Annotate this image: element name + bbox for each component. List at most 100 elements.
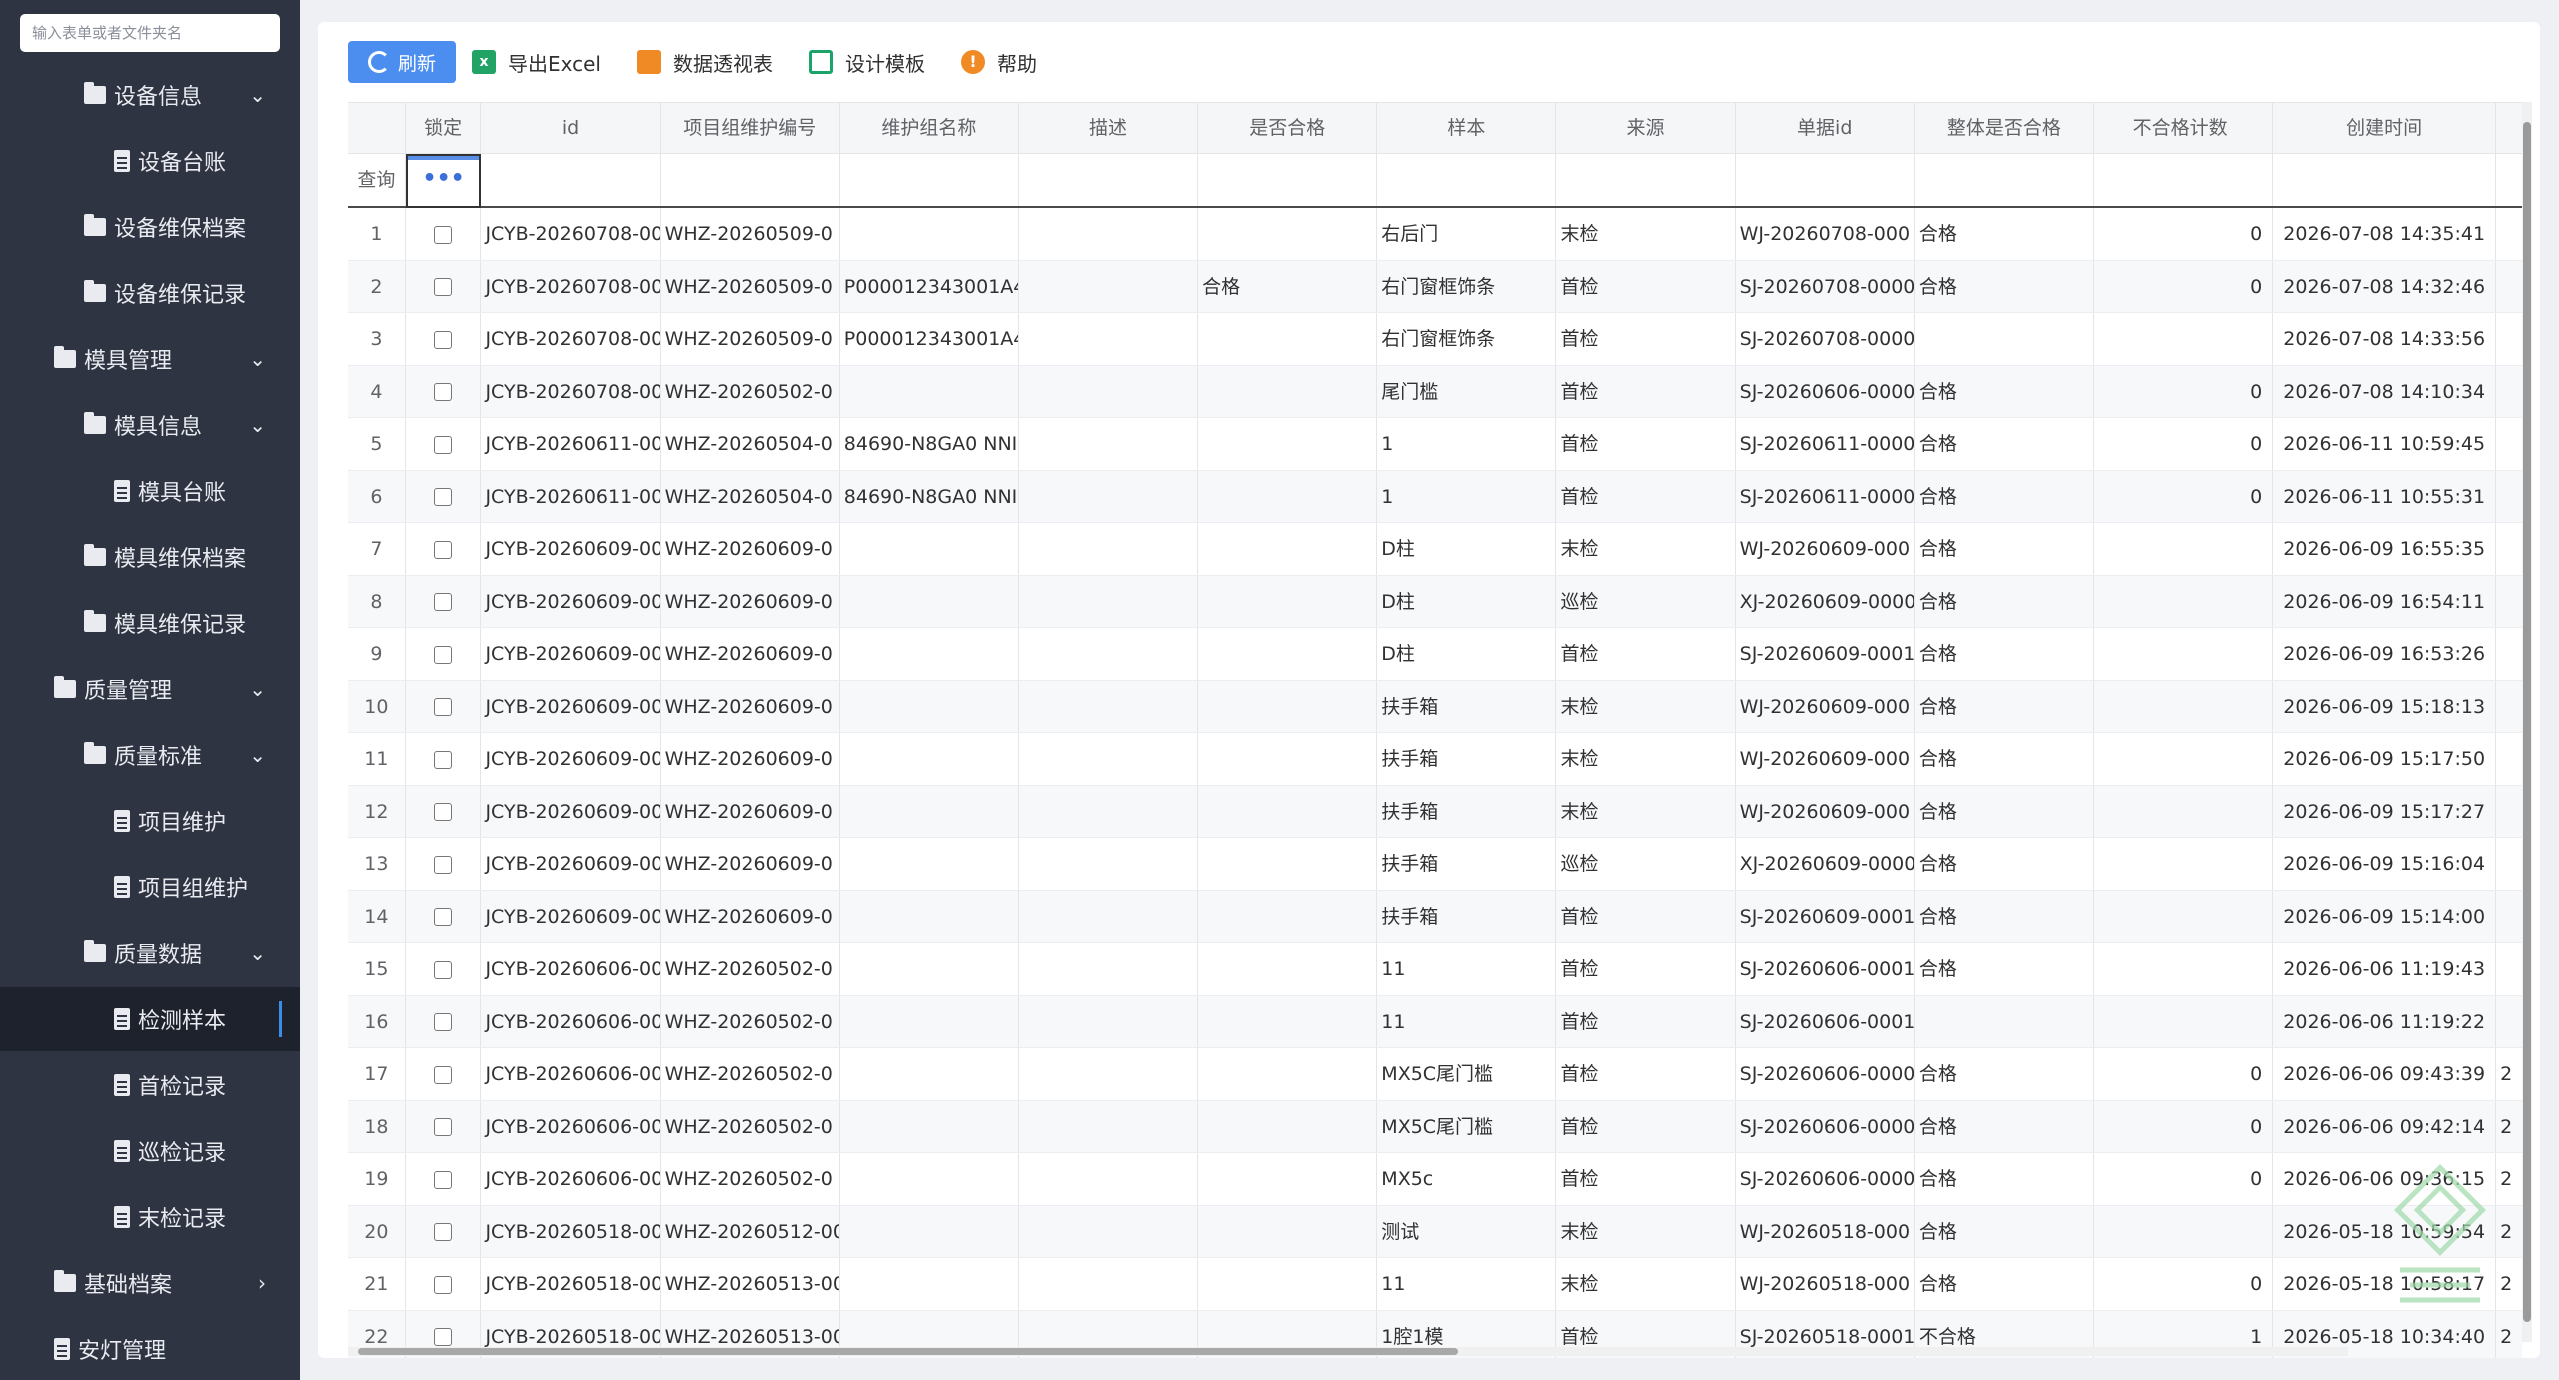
cell-whole[interactable]: 合格 <box>1915 470 2094 522</box>
cell-whole[interactable]: 合格 <box>1915 838 2094 890</box>
cell-proj[interactable]: WHZ-20260609-0 <box>661 680 840 732</box>
query-desc-filter[interactable] <box>1019 154 1199 206</box>
cell-pass[interactable] <box>1198 313 1378 365</box>
cell-src[interactable]: 首检 <box>1556 470 1736 522</box>
cell-sample[interactable]: D柱 <box>1377 575 1557 627</box>
cell-src[interactable]: 巡检 <box>1556 575 1736 627</box>
cell-extra[interactable] <box>2496 681 2522 733</box>
table-row[interactable]: 6 JCYB-20260611-00 WHZ-20260504-0 84690-N8G… <box>348 470 2522 523</box>
chevron-down-icon[interactable]: ⌄ <box>249 83 266 107</box>
cell-whole[interactable]: 合格 <box>1915 1258 2094 1310</box>
column-header[interactable]: id <box>481 103 661 153</box>
cell-proj[interactable]: WHZ-20260504-0 <box>661 470 840 522</box>
cell-desc[interactable] <box>1019 208 1199 260</box>
cell-pass[interactable] <box>1198 418 1378 470</box>
horizontal-scroll-thumb[interactable] <box>358 1348 1458 1355</box>
cell-sample[interactable]: 1 <box>1377 470 1557 522</box>
column-header[interactable]: 创建时间 <box>2273 103 2497 153</box>
cell-pass[interactable] <box>1198 838 1378 890</box>
lock-checkbox[interactable] <box>434 435 453 454</box>
cell-fail[interactable] <box>2094 890 2274 942</box>
vertical-scrollbar[interactable] <box>2522 102 2532 1342</box>
cell-time[interactable]: 2026-06-11 10:59:45 <box>2273 418 2497 470</box>
cell-pass[interactable] <box>1198 995 1378 1047</box>
cell-doc[interactable]: SJ-20260606-0000 <box>1736 365 1915 417</box>
cell-name[interactable] <box>840 943 1019 995</box>
sidebar-item-16[interactable]: 巡检记录 <box>0 1119 300 1183</box>
lock-checkbox[interactable] <box>434 1275 453 1294</box>
cell-extra[interactable] <box>2496 313 2522 365</box>
cell-doc[interactable]: WJ-20260609-000 <box>1736 680 1915 732</box>
cell-src[interactable]: 首检 <box>1556 418 1736 470</box>
cell-time[interactable]: 2026-06-09 16:55:35 <box>2273 523 2497 575</box>
cell-doc[interactable]: WJ-20260518-000 <box>1736 1205 1915 1257</box>
cell-desc[interactable] <box>1019 628 1199 680</box>
cell-time[interactable]: 2026-06-09 15:17:50 <box>2273 733 2497 785</box>
query-sample-filter[interactable] <box>1377 154 1557 206</box>
cell-whole[interactable] <box>1915 313 2094 365</box>
cell-doc[interactable]: WJ-20260609-000 <box>1736 733 1915 785</box>
lock-checkbox[interactable] <box>434 1223 453 1241</box>
cell-doc[interactable]: SJ-20260609-0001 <box>1736 628 1915 680</box>
cell-extra[interactable] <box>2496 576 2522 628</box>
cell-whole[interactable]: 合格 <box>1915 680 2094 732</box>
cell-fail[interactable] <box>2094 680 2274 732</box>
cell-sample[interactable]: D柱 <box>1377 523 1557 575</box>
cell-id[interactable]: JCYB-20260609-00 <box>481 785 661 837</box>
table-row[interactable]: 19 JCYB-20260606-00 WHZ-20260502-0 MX5c 首检 SJ… <box>348 1153 2522 1206</box>
cell-time[interactable]: 2026-06-09 15:14:00 <box>2273 890 2497 942</box>
cell-extra[interactable]: 2 <box>2496 1258 2522 1310</box>
sidebar-item-19[interactable]: 安灯管理 <box>0 1317 300 1380</box>
cell-sample[interactable]: D柱 <box>1377 628 1557 680</box>
cell-time[interactable]: 2026-06-09 15:16:04 <box>2273 838 2497 890</box>
sidebar-item-4[interactable]: 模具管理 ⌄ <box>0 327 300 391</box>
table-row[interactable]: 5 JCYB-20260611-00 WHZ-20260504-0 84690-N8G… <box>348 418 2522 471</box>
cell-desc[interactable] <box>1019 733 1199 785</box>
query-id-filter[interactable] <box>481 154 661 206</box>
cell-extra[interactable] <box>2496 523 2522 575</box>
cell-id[interactable]: JCYB-20260609-00 <box>481 680 661 732</box>
cell-fail[interactable]: 0 <box>2094 1153 2274 1205</box>
cell-sample[interactable]: 1 <box>1377 418 1557 470</box>
query-name-filter[interactable] <box>840 154 1019 206</box>
table-row[interactable]: 4 JCYB-20260708-00 WHZ-20260502-0 尾门槛 首检 SJ-2… <box>348 365 2522 418</box>
lock-checkbox[interactable] <box>434 698 453 716</box>
cell-proj[interactable]: WHZ-20260609-0 <box>661 838 840 890</box>
chevron-right-icon[interactable]: › <box>258 1271 266 1295</box>
cell-sample[interactable]: 11 <box>1377 1258 1557 1310</box>
cell-pass[interactable] <box>1198 1153 1378 1205</box>
cell-extra[interactable]: 2 <box>2496 1206 2522 1258</box>
lock-checkbox[interactable] <box>434 488 453 506</box>
cell-whole[interactable]: 合格 <box>1915 785 2094 837</box>
cell-doc[interactable]: WJ-20260708-000 <box>1736 208 1915 260</box>
chevron-down-icon[interactable]: ⌄ <box>249 743 266 767</box>
cell-time[interactable]: 2026-06-09 16:53:26 <box>2273 628 2497 680</box>
lock-checkbox[interactable] <box>434 593 453 611</box>
cell-pass[interactable] <box>1198 943 1378 995</box>
cell-name[interactable] <box>840 1205 1019 1257</box>
cell-sample[interactable]: 11 <box>1377 995 1557 1047</box>
chevron-down-icon[interactable]: ⌄ <box>249 677 266 701</box>
cell-extra[interactable]: 2 <box>2496 1153 2522 1205</box>
cell-whole[interactable]: 合格 <box>1915 523 2094 575</box>
query-doc-filter[interactable] <box>1736 154 1915 206</box>
cell-proj[interactable]: WHZ-20260502-0 <box>661 1153 840 1205</box>
cell-proj[interactable]: WHZ-20260509-0 <box>661 313 840 365</box>
column-header[interactable]: 来源 <box>1556 103 1736 153</box>
cell-name[interactable] <box>840 575 1019 627</box>
column-header[interactable]: 样本 <box>1377 103 1557 153</box>
cell-proj[interactable]: WHZ-20260504-0 <box>661 418 840 470</box>
horizontal-scrollbar[interactable] <box>348 1347 2348 1356</box>
cell-fail[interactable] <box>2094 995 2274 1047</box>
table-row[interactable]: 18 JCYB-20260606-00 WHZ-20260502-0 MX5C尾门槛首… <box>348 1100 2522 1153</box>
cell-fail[interactable]: 0 <box>2094 1100 2274 1152</box>
cell-doc[interactable]: SJ-20260606-0001 <box>1736 995 1915 1047</box>
table-row[interactable]: 14 JCYB-20260609-00 WHZ-20260609-0 扶手箱 首检 SJ-… <box>348 890 2522 943</box>
column-header[interactable]: 单据id <box>1736 103 1915 153</box>
cell-name[interactable] <box>840 523 1019 575</box>
cell-name[interactable] <box>840 733 1019 785</box>
column-header[interactable]: 维护组名称 <box>840 103 1019 153</box>
cell-time[interactable]: 2026-07-08 14:35:41 <box>2273 208 2497 260</box>
cell-whole[interactable]: 合格 <box>1915 575 2094 627</box>
cell-sample[interactable]: MX5c <box>1377 1153 1557 1205</box>
